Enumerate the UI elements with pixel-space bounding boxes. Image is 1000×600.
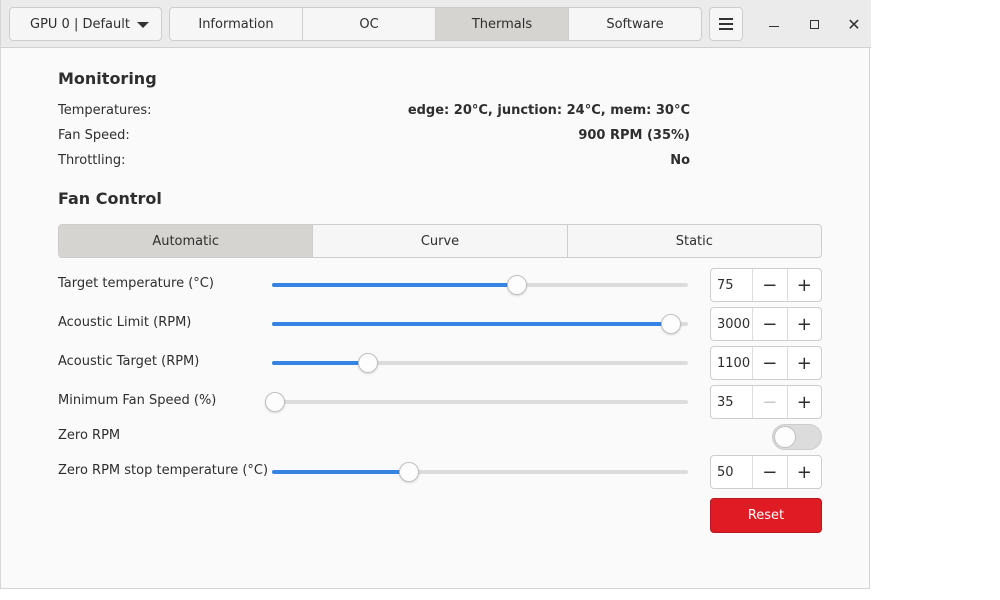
close-icon[interactable]: ✕ bbox=[844, 14, 864, 34]
acoustic-target-slider[interactable] bbox=[272, 353, 688, 373]
hamburger-icon-line bbox=[719, 23, 733, 25]
gpu-select-dropdown[interactable]: GPU 0 | Default bbox=[9, 7, 162, 41]
decrement-button[interactable]: − bbox=[753, 386, 788, 418]
slider-knob[interactable] bbox=[265, 392, 285, 412]
zero-rpm-label: Zero RPM bbox=[58, 428, 121, 443]
target-temperature-slider[interactable] bbox=[272, 275, 688, 295]
slider-fill bbox=[272, 322, 672, 326]
maximize-icon[interactable] bbox=[804, 14, 824, 34]
minimize-icon[interactable] bbox=[764, 14, 784, 34]
temperatures-value: edge: 20°C, junction: 24°C, mem: 30°C bbox=[407, 103, 690, 118]
reset-button[interactable]: Reset bbox=[710, 498, 822, 533]
increment-button[interactable]: + bbox=[788, 386, 822, 418]
chevron-down-icon bbox=[137, 22, 149, 28]
fan-speed-label: Fan Speed: bbox=[58, 128, 130, 143]
mode-static[interactable]: Static bbox=[568, 225, 821, 257]
header-bar: GPU 0 | Default Information OC Thermals … bbox=[1, 0, 871, 48]
zero-rpm-stop-temperature-slider[interactable] bbox=[272, 462, 688, 482]
zero-rpm-stop-temperature-value[interactable]: 50 bbox=[711, 456, 753, 488]
throttling-label: Throttling: bbox=[58, 153, 126, 168]
increment-button[interactable]: + bbox=[788, 269, 822, 301]
target-temperature-spinner: 75 − + bbox=[710, 268, 822, 302]
temperatures-label: Temperatures: bbox=[58, 103, 152, 118]
acoustic-limit-spinner: 3000 − + bbox=[710, 307, 822, 341]
tab-oc[interactable]: OC bbox=[303, 8, 436, 40]
throttling-value: No bbox=[670, 153, 690, 168]
slider-knob[interactable] bbox=[507, 275, 528, 295]
acoustic-target-value[interactable]: 1100 bbox=[711, 347, 753, 379]
zero-rpm-stop-temperature-label: Zero RPM stop temperature (°C) bbox=[58, 463, 269, 478]
decrement-button[interactable]: − bbox=[753, 347, 788, 379]
slider-knob[interactable] bbox=[357, 353, 378, 373]
slider-fill bbox=[272, 470, 410, 474]
decrement-button[interactable]: − bbox=[753, 308, 788, 340]
minimum-fan-speed-label: Minimum Fan Speed (%) bbox=[58, 393, 217, 408]
slider-fill bbox=[272, 283, 518, 287]
target-temperature-label: Target temperature (°C) bbox=[58, 276, 214, 291]
fan-control-title: Fan Control bbox=[58, 189, 162, 208]
app-window: GPU 0 | Default Information OC Thermals … bbox=[0, 0, 871, 589]
mode-automatic[interactable]: Automatic bbox=[59, 225, 314, 257]
target-temperature-value[interactable]: 75 bbox=[711, 269, 753, 301]
gpu-select-label: GPU 0 | Default bbox=[30, 16, 130, 32]
increment-button[interactable]: + bbox=[788, 308, 822, 340]
decrement-button[interactable]: − bbox=[753, 456, 788, 488]
slider-knob[interactable] bbox=[661, 314, 682, 334]
hamburger-icon-line bbox=[719, 28, 733, 30]
minimum-fan-speed-slider[interactable] bbox=[265, 392, 688, 412]
zero-rpm-stop-temperature-spinner: 50 − + bbox=[710, 455, 822, 489]
increment-button[interactable]: + bbox=[788, 456, 822, 488]
increment-button[interactable]: + bbox=[788, 347, 822, 379]
monitoring-title: Monitoring bbox=[58, 69, 157, 88]
hamburger-menu-button[interactable] bbox=[709, 7, 743, 41]
acoustic-target-spinner: 1100 − + bbox=[710, 346, 822, 380]
acoustic-limit-slider[interactable] bbox=[272, 314, 688, 334]
acoustic-limit-label: Acoustic Limit (RPM) bbox=[58, 315, 192, 330]
minimum-fan-speed-value[interactable]: 35 bbox=[711, 386, 753, 418]
decrement-button[interactable]: − bbox=[753, 269, 788, 301]
hamburger-icon-line bbox=[719, 18, 733, 20]
tab-information[interactable]: Information bbox=[170, 8, 303, 40]
acoustic-limit-value[interactable]: 3000 bbox=[711, 308, 753, 340]
minimum-fan-speed-spinner: 35 − + bbox=[710, 385, 822, 419]
mode-curve[interactable]: Curve bbox=[313, 225, 568, 257]
slider-knob[interactable] bbox=[399, 462, 420, 482]
acoustic-target-label: Acoustic Target (RPM) bbox=[58, 354, 200, 369]
tab-software[interactable]: Software bbox=[569, 8, 701, 40]
slider-fill bbox=[272, 361, 368, 365]
page-tabs: Information OC Thermals Software bbox=[169, 7, 702, 41]
fan-speed-value: 900 RPM (35%) bbox=[578, 128, 690, 143]
zero-rpm-toggle[interactable] bbox=[772, 424, 822, 450]
fan-mode-switch: Automatic Curve Static bbox=[58, 224, 822, 258]
tab-thermals[interactable]: Thermals bbox=[436, 8, 569, 40]
toggle-knob bbox=[774, 426, 796, 448]
